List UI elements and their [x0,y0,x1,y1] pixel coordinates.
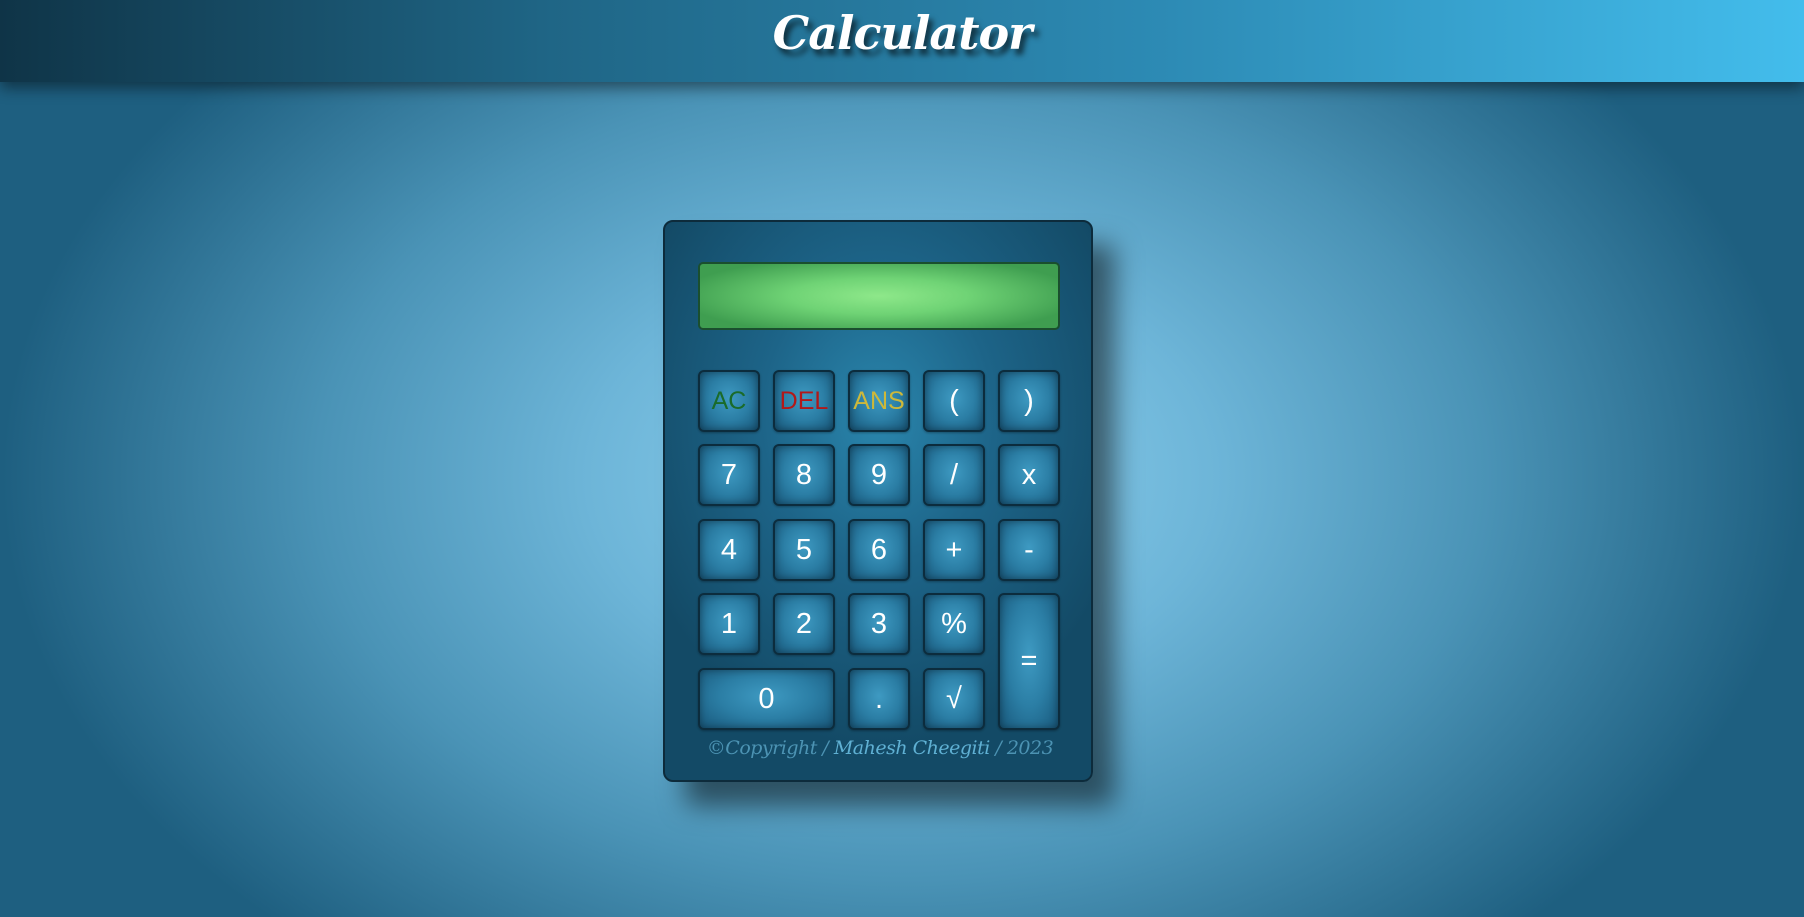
copyright-footer: ©Copyright / Mahesh Cheegiti / 2023 [665,737,1095,759]
clear-all-button[interactable]: AC [698,370,760,432]
answer-button[interactable]: ANS [848,370,910,432]
digit-1-button[interactable]: 1 [698,593,760,655]
divide-button[interactable]: / [923,444,985,506]
digit-8-button[interactable]: 8 [773,444,835,506]
square-root-button[interactable]: √ [923,668,985,730]
digit-0-button[interactable]: 0 [698,668,835,730]
digit-4-button[interactable]: 4 [698,519,760,581]
digit-7-button[interactable]: 7 [698,444,760,506]
digit-6-button[interactable]: 6 [848,519,910,581]
digit-2-button[interactable]: 2 [773,593,835,655]
copyright-year: / 2023 [989,737,1054,759]
copyright-prefix: ©Copyright / [706,737,834,759]
minus-button[interactable]: - [998,519,1060,581]
percent-button[interactable]: % [923,593,985,655]
header-bar: Calculator [0,0,1804,82]
digit-5-button[interactable]: 5 [773,519,835,581]
delete-button[interactable]: DEL [773,370,835,432]
calculator-body: AC DEL ANS ( ) 7 8 9 / x 4 5 6 + - 1 2 3… [663,220,1093,782]
equals-button[interactable]: = [998,593,1060,730]
decimal-point-button[interactable]: . [848,668,910,730]
plus-button[interactable]: + [923,519,985,581]
open-paren-button[interactable]: ( [923,370,985,432]
multiply-button[interactable]: x [998,444,1060,506]
digit-9-button[interactable]: 9 [848,444,910,506]
calculator-display [698,262,1060,330]
author-name: Mahesh Cheegiti [833,737,991,759]
page-title: Calculator [772,6,1033,60]
close-paren-button[interactable]: ) [998,370,1060,432]
digit-3-button[interactable]: 3 [848,593,910,655]
